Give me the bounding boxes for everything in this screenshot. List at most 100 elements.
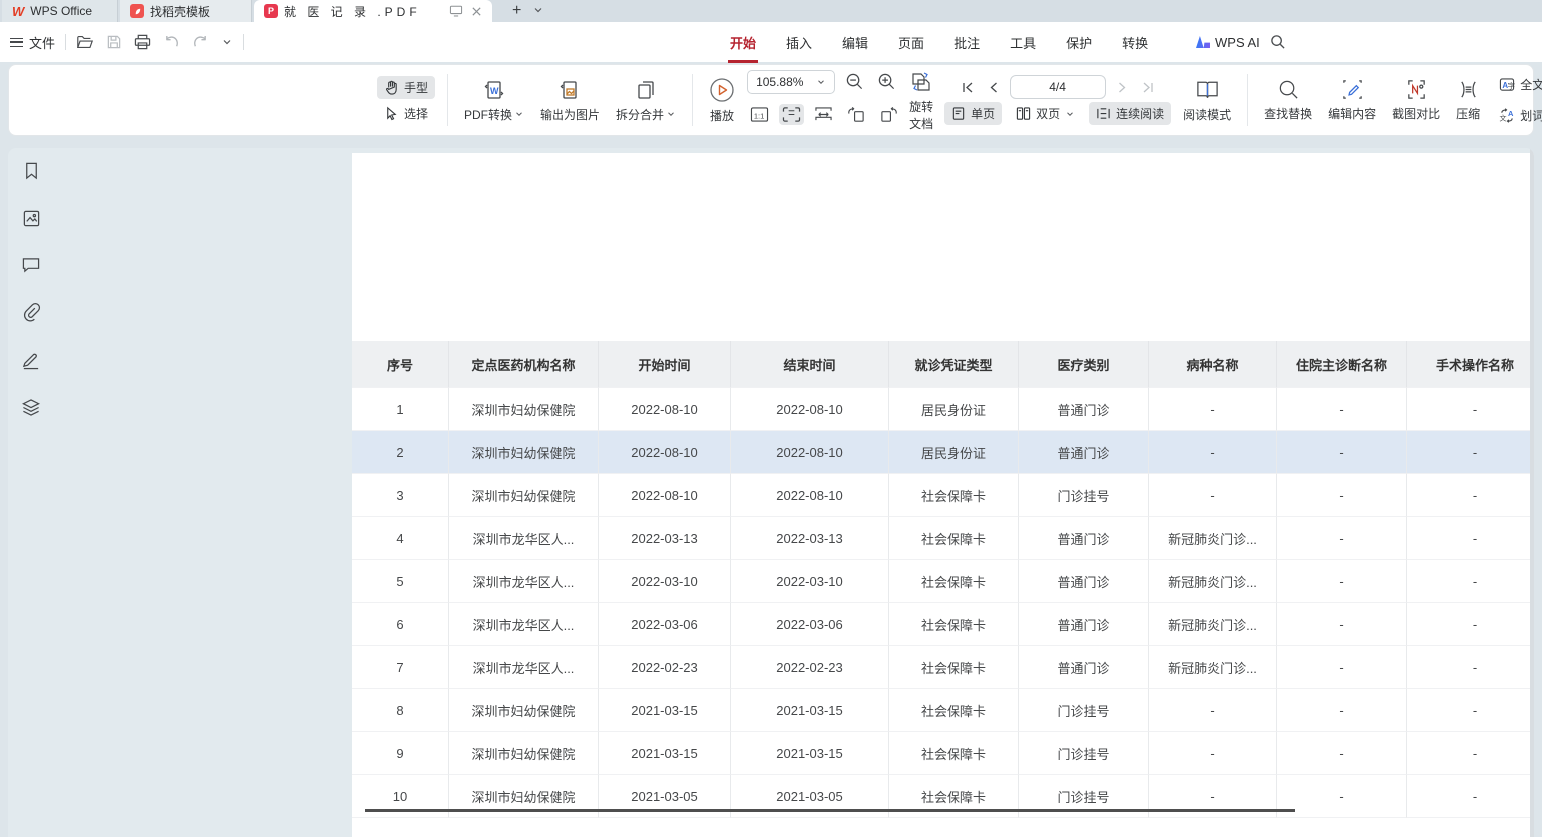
redo-icon[interactable] bbox=[192, 35, 209, 50]
divider bbox=[1247, 74, 1248, 126]
file-menu-button[interactable]: 文件 bbox=[10, 33, 55, 52]
save-icon[interactable] bbox=[106, 34, 122, 50]
select-tool-button[interactable]: 选择 bbox=[377, 102, 435, 125]
more-quick-actions-chevron-icon[interactable] bbox=[221, 36, 233, 48]
ribbon-toolbar: 手型 选择 W PDF转换 输出为图片 拆分合并 播放 bbox=[8, 64, 1534, 136]
menu-item-开始[interactable]: 开始 bbox=[728, 29, 758, 56]
rotate-left-button[interactable] bbox=[843, 103, 869, 126]
previous-page-button[interactable] bbox=[985, 79, 1003, 96]
table-header-cell: 开始时间 bbox=[599, 341, 731, 388]
actual-size-button[interactable]: 1:1 bbox=[747, 104, 772, 125]
layers-icon[interactable] bbox=[18, 395, 44, 420]
screenshot-compare-label: 截图对比 bbox=[1392, 105, 1440, 122]
close-tab-icon[interactable] bbox=[471, 6, 482, 17]
two-page-view-button[interactable]: 双页 bbox=[1009, 102, 1082, 125]
table-cell: 2022-08-10 bbox=[599, 474, 731, 517]
tab-list-chevron-icon[interactable] bbox=[532, 3, 544, 21]
chevron-down-icon bbox=[1065, 109, 1075, 119]
pdf-convert-button[interactable]: W PDF转换 bbox=[460, 76, 528, 125]
menu-item-保护[interactable]: 保护 bbox=[1064, 29, 1094, 56]
new-tab-button[interactable]: + bbox=[506, 0, 527, 22]
page-thumbnails-icon[interactable] bbox=[19, 206, 44, 231]
export-image-icon bbox=[558, 78, 582, 102]
table-row: 4深圳市龙华区人...2022-03-132022-03-13社会保障卡普通门诊… bbox=[352, 517, 1534, 560]
single-page-view-button[interactable]: 单页 bbox=[944, 102, 1002, 125]
rotate-document-button[interactable]: 旋转文档 bbox=[909, 98, 936, 132]
table-cell: - bbox=[1407, 560, 1534, 603]
open-book-icon bbox=[1195, 78, 1220, 102]
first-page-button[interactable] bbox=[958, 79, 978, 96]
rotate-right-button[interactable] bbox=[876, 103, 902, 126]
last-page-button[interactable] bbox=[1138, 79, 1158, 96]
export-as-image-button[interactable]: 输出为图片 bbox=[536, 76, 604, 125]
menu-item-批注[interactable]: 批注 bbox=[952, 29, 982, 56]
tab-document-active[interactable]: P 就 医 记 录 .PDF bbox=[254, 0, 492, 22]
wps-ai-label: WPS AI bbox=[1215, 35, 1260, 50]
word-translate-button[interactable]: 文A 划词翻译 bbox=[1492, 104, 1542, 127]
svg-text:1:1: 1:1 bbox=[754, 111, 765, 120]
vertical-scrollbar[interactable] bbox=[1530, 148, 1534, 837]
table-cell: 8 bbox=[352, 689, 449, 732]
cursor-icon bbox=[384, 106, 399, 121]
screenshot-compare-button[interactable]: 截图对比 bbox=[1388, 76, 1444, 124]
fit-page-button[interactable] bbox=[779, 104, 804, 125]
enter-fullscreen-icon[interactable] bbox=[449, 5, 463, 17]
table-cell: 普通门诊 bbox=[1019, 646, 1149, 689]
bookmark-icon[interactable] bbox=[19, 158, 44, 184]
menu-item-页面[interactable]: 页面 bbox=[896, 29, 926, 56]
menu-item-插入[interactable]: 插入 bbox=[784, 29, 814, 56]
table-cell: 2022-08-10 bbox=[731, 431, 889, 474]
wps-ai-button[interactable]: WPS AI bbox=[1196, 35, 1260, 50]
play-slideshow-button[interactable]: 播放 bbox=[705, 75, 739, 126]
continuous-reading-button[interactable]: 连续阅读 bbox=[1089, 102, 1171, 125]
table-header-cell: 医疗类别 bbox=[1019, 341, 1149, 388]
edit-content-button[interactable]: 编辑内容 bbox=[1324, 76, 1380, 124]
swap-pages-button[interactable] bbox=[906, 69, 936, 95]
hand-tool-button[interactable]: 手型 bbox=[377, 76, 435, 99]
signature-pen-icon[interactable] bbox=[18, 347, 44, 373]
page-indicator: 4/4 bbox=[1049, 80, 1066, 94]
fit-width-button[interactable] bbox=[811, 104, 836, 125]
table-cell: 新冠肺炎门诊... bbox=[1149, 646, 1277, 689]
comments-icon[interactable] bbox=[18, 253, 44, 277]
word-translate-label: 划词翻译 bbox=[1520, 107, 1542, 124]
table-cell: 2022-03-13 bbox=[731, 517, 889, 560]
compress-button[interactable]: 压缩 bbox=[1452, 76, 1484, 124]
table-cell: - bbox=[1277, 517, 1407, 560]
table-cell: 深圳市妇幼保健院 bbox=[449, 689, 599, 732]
read-mode-button[interactable]: 阅读模式 bbox=[1179, 76, 1235, 125]
table-cell: 深圳市妇幼保健院 bbox=[449, 388, 599, 431]
global-search-icon[interactable] bbox=[1270, 34, 1286, 50]
attachment-icon[interactable] bbox=[18, 299, 44, 325]
table-cell: - bbox=[1149, 732, 1277, 775]
table-cell: 7 bbox=[352, 646, 449, 689]
table-cell: - bbox=[1407, 689, 1534, 732]
table-cell: 社会保障卡 bbox=[889, 732, 1019, 775]
zoom-out-button[interactable] bbox=[842, 70, 867, 93]
zoom-value: 105.88% bbox=[756, 75, 803, 89]
table-cell: 深圳市龙华区人... bbox=[449, 560, 599, 603]
single-page-icon bbox=[951, 106, 966, 121]
find-replace-button[interactable]: 查找替换 bbox=[1260, 76, 1316, 124]
chevron-down-icon bbox=[666, 109, 676, 119]
tab-docer-templates[interactable]: 找稻壳模板 bbox=[120, 0, 252, 22]
menu-item-工具[interactable]: 工具 bbox=[1008, 29, 1038, 56]
table-row: 3深圳市妇幼保健院2022-08-102022-08-10社会保障卡门诊挂号--… bbox=[352, 474, 1534, 517]
table-cell: - bbox=[1277, 646, 1407, 689]
chevron-down-icon bbox=[816, 77, 826, 87]
open-file-icon[interactable] bbox=[76, 34, 94, 50]
zoom-level-select[interactable]: 105.88% bbox=[747, 70, 835, 94]
undo-icon[interactable] bbox=[163, 35, 180, 50]
pdf-page[interactable]: 序号定点医药机构名称开始时间结束时间就诊凭证类型医疗类别病种名称住院主诊断名称手… bbox=[352, 153, 1534, 837]
next-page-button[interactable] bbox=[1113, 79, 1131, 96]
tab-wps-home[interactable]: W WPS Office bbox=[2, 0, 118, 22]
print-icon[interactable] bbox=[134, 34, 151, 50]
full-text-translate-button[interactable]: A字 全文翻译 bbox=[1492, 73, 1542, 96]
menu-item-编辑[interactable]: 编辑 bbox=[840, 29, 870, 56]
zoom-in-button[interactable] bbox=[874, 70, 899, 93]
page-number-input[interactable]: 4/4 bbox=[1010, 75, 1106, 99]
table-cell: 2021-03-15 bbox=[731, 732, 889, 775]
table-cell: 2 bbox=[352, 431, 449, 474]
split-merge-button[interactable]: 拆分合并 bbox=[612, 76, 680, 125]
menu-item-转换[interactable]: 转换 bbox=[1120, 29, 1150, 56]
